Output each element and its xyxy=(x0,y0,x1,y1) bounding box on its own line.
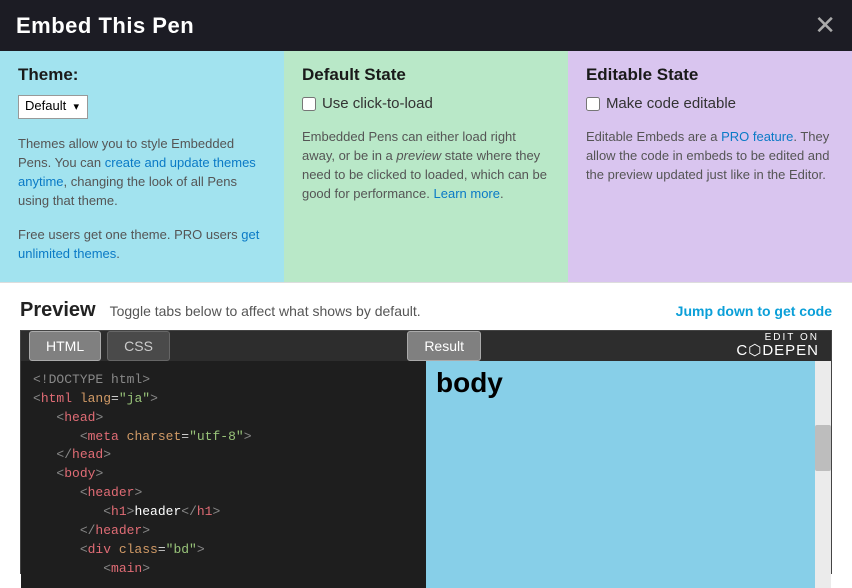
editable-checkbox[interactable] xyxy=(586,97,600,111)
embed-preview: HTML CSS Result EDIT ON C⬡DEPEN <!DOCTYP… xyxy=(20,330,832,574)
preview-bar: Preview Toggle tabs below to affect what… xyxy=(0,283,852,330)
theme-desc-2: Free users get one theme. PRO users get … xyxy=(18,226,266,264)
default-state-heading: Default State xyxy=(302,65,550,85)
editable-state-heading: Editable State xyxy=(586,65,834,85)
modal-header: Embed This Pen ✕ xyxy=(0,0,852,51)
jump-to-code-link[interactable]: Jump down to get code xyxy=(676,303,832,319)
preview-title: Preview xyxy=(20,299,96,322)
default-state-panel: Default State Use click-to-load Embedded… xyxy=(284,51,568,282)
theme-select[interactable]: Default xyxy=(19,96,87,115)
embed-body: <!DOCTYPE html> <html lang="ja"> <head> … xyxy=(21,361,831,588)
options-row: Theme: Default Themes allow you to style… xyxy=(0,51,852,283)
theme-select-wrap[interactable]: Default xyxy=(18,95,88,119)
click-to-load-checkbox[interactable] xyxy=(302,97,316,111)
tab-result[interactable]: Result xyxy=(407,331,481,361)
default-state-desc: Embedded Pens can either load right away… xyxy=(302,128,550,203)
theme-panel: Theme: Default Themes allow you to style… xyxy=(0,51,284,282)
theme-heading: Theme: xyxy=(18,65,266,85)
scrollbar[interactable] xyxy=(815,361,831,588)
editable-row[interactable]: Make code editable xyxy=(586,95,834,112)
close-icon[interactable]: ✕ xyxy=(814,10,836,41)
tab-group-2: Result xyxy=(407,331,481,361)
tab-css[interactable]: CSS xyxy=(107,331,170,361)
preview-subtitle: Toggle tabs below to affect what shows b… xyxy=(110,303,421,319)
pro-feature-link[interactable]: PRO feature xyxy=(721,129,793,144)
logo-main: C⬡DEPEN xyxy=(736,343,819,360)
code-pane: <!DOCTYPE html> <html lang="ja"> <head> … xyxy=(21,361,426,588)
theme-desc-1: Themes allow you to style Embedded Pens.… xyxy=(18,135,266,210)
scroll-thumb[interactable] xyxy=(815,425,831,471)
result-body-text: body xyxy=(436,367,821,399)
result-pane: body xyxy=(426,361,831,588)
embed-tabs-bar: HTML CSS Result EDIT ON C⬡DEPEN xyxy=(21,331,831,361)
learn-more-link[interactable]: Learn more xyxy=(434,186,500,201)
tab-html[interactable]: HTML xyxy=(29,331,101,361)
modal-title: Embed This Pen xyxy=(16,13,194,39)
tab-group: HTML CSS xyxy=(29,331,170,361)
click-to-load-row[interactable]: Use click-to-load xyxy=(302,95,550,112)
codepen-logo[interactable]: EDIT ON C⬡DEPEN xyxy=(736,332,823,360)
editable-state-panel: Editable State Make code editable Editab… xyxy=(568,51,852,282)
editable-label: Make code editable xyxy=(606,95,736,112)
editable-desc: Editable Embeds are a PRO feature. They … xyxy=(586,128,834,185)
click-to-load-label: Use click-to-load xyxy=(322,95,433,112)
